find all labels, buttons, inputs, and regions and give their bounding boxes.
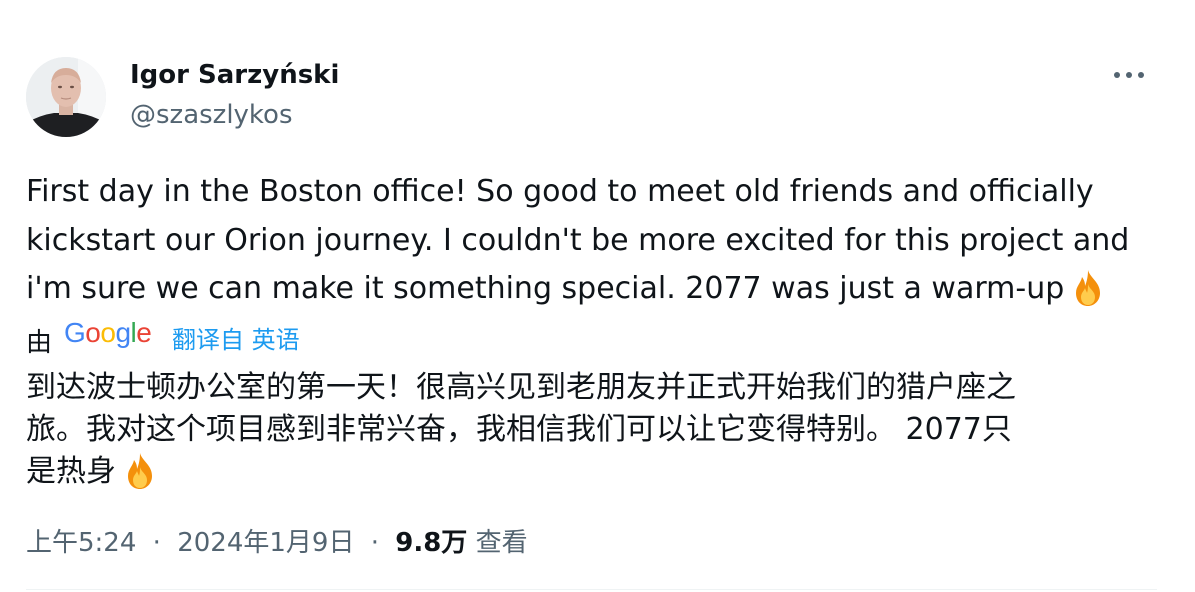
fire-emoji-icon [128, 453, 152, 489]
author-name[interactable]: Igor Sarzyński [130, 60, 339, 90]
translation-prefix: 由 [26, 328, 53, 358]
translated-text-line: 到达波士顿办公室的第一天！很高兴见到老朋友并正式开始我们的猎户座之 [26, 370, 1016, 405]
tweet-card: Igor Sarzyński @szaszlykos First day in … [0, 0, 1195, 592]
views-label[interactable]: 查看 [476, 528, 528, 558]
author-handle[interactable]: @szaszlykos [130, 100, 293, 130]
tweet-text: First day in the Boston office! So good … [26, 168, 1176, 314]
meta-separator: · [152, 528, 161, 558]
google-logo: Google [64, 317, 152, 348]
tweet-date[interactable]: 2024年1月9日 [177, 528, 354, 558]
tweet-text-line: First day in the Boston office! So good … [26, 174, 1094, 209]
translated-text-line: 是热身 [26, 454, 116, 489]
tweet-metadata: 上午5:24 · 2024年1月9日 · 9.8万 查看 [26, 522, 528, 559]
meta-separator: · [370, 528, 379, 558]
translated-text-line: 旅。我对这个项目感到非常兴奋，我相信我们可以让它变得特别。 2077只 [26, 412, 1012, 447]
tweet-time[interactable]: 上午5:24 [26, 528, 136, 558]
translated-text-line-last: 是热身 [26, 451, 1176, 493]
views-count[interactable]: 9.8万 [395, 528, 467, 558]
divider [26, 589, 1157, 590]
tweet-text-line: i'm sure we can make it something specia… [26, 271, 1065, 306]
tweet-text-line: kickstart our Orion journey. I couldn't … [26, 222, 1130, 258]
translated-from-link[interactable]: 翻译自 英语 [172, 320, 300, 355]
fire-emoji-icon [1076, 270, 1101, 306]
translated-text: 到达波士顿办公室的第一天！很高兴见到老朋友并正式开始我们的猎户座之 旅。我对这个… [26, 367, 1176, 493]
avatar[interactable] [26, 57, 106, 137]
avatar-photo [26, 57, 106, 137]
more-horizontal-icon [1114, 72, 1144, 78]
more-options-button[interactable] [1112, 58, 1146, 92]
tweet-text-line-last: i'm sure we can make it something specia… [26, 265, 1176, 314]
